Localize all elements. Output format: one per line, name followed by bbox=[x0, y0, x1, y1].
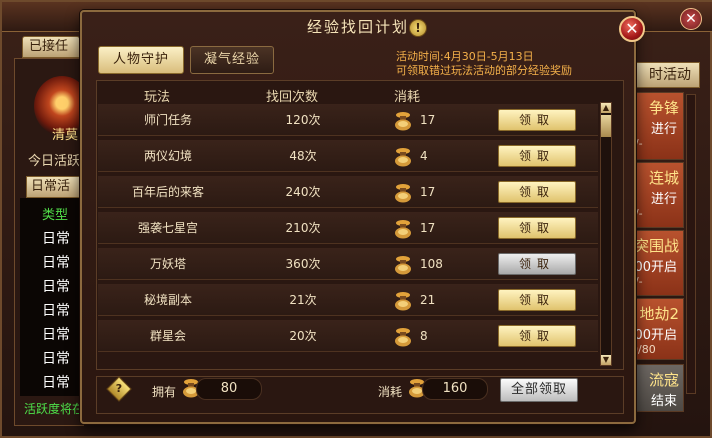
claim-button[interactable]: 领取 bbox=[498, 253, 576, 275]
accepted-tasks-tab[interactable]: 已接任 bbox=[22, 36, 80, 58]
recover-count: 20次 bbox=[289, 329, 317, 343]
list-item[interactable]: 日常 bbox=[42, 372, 70, 392]
list-item[interactable]: 日常 bbox=[42, 252, 70, 272]
table-row: 百年后的来客 240次 17 领取 bbox=[98, 176, 598, 208]
tab-condensed-exp[interactable]: 凝气经验 bbox=[190, 46, 274, 74]
own-label: 拥有 bbox=[152, 385, 177, 399]
pouch-icon bbox=[395, 328, 411, 347]
recover-count: 360次 bbox=[285, 257, 321, 271]
scroll-thumb[interactable] bbox=[601, 115, 611, 137]
table-row: 强袭七星宫 210次 17 领取 bbox=[98, 212, 598, 244]
pouch-icon bbox=[395, 184, 411, 203]
activity-name: 强袭七星宫 bbox=[137, 221, 198, 235]
exp-recovery-dialog: 经验找回计划 ! 人物守护 凝气经验 活动时间:4月30日-5月13日 可领取错… bbox=[80, 10, 645, 424]
pouch-icon bbox=[395, 148, 411, 167]
cost-value: 8 bbox=[420, 329, 428, 343]
activity-name: 群星会 bbox=[149, 329, 186, 343]
list-scrollbar[interactable]: ▲ ▼ bbox=[600, 102, 612, 366]
activity-name: 师门任务 bbox=[143, 113, 192, 127]
claim-button[interactable]: 领取 bbox=[498, 325, 576, 347]
pouch-icon bbox=[395, 220, 411, 239]
recover-count: 240次 bbox=[285, 185, 321, 199]
cost-value: 21 bbox=[420, 293, 436, 307]
table-row: 万妖塔 360次 108 领取 bbox=[98, 248, 598, 280]
list-item[interactable]: 日常 bbox=[42, 300, 70, 320]
claim-button[interactable]: 领取 bbox=[498, 289, 576, 311]
table-row: 群星会 20次 8 领取 bbox=[98, 320, 598, 352]
own-amount: 80 bbox=[196, 378, 262, 400]
claim-button[interactable]: 领取 bbox=[498, 145, 576, 167]
column-header-count: 找回次数 bbox=[266, 90, 319, 105]
cost-value: 17 bbox=[420, 185, 436, 199]
activity-footer-note: 活跃度将在 bbox=[24, 402, 82, 416]
cost-value: 17 bbox=[420, 221, 436, 235]
activity-name: 百年后的来客 bbox=[131, 185, 204, 199]
recover-count: 21次 bbox=[289, 293, 317, 307]
pouch-icon bbox=[395, 292, 411, 311]
total-cost: 160 bbox=[422, 378, 488, 400]
daily-activity-tab[interactable]: 日常活 bbox=[26, 176, 80, 198]
claim-all-button[interactable]: 全部领取 bbox=[500, 378, 578, 402]
table-row: 秘境副本 21次 21 领取 bbox=[98, 284, 598, 316]
activity-name: 万妖塔 bbox=[149, 257, 186, 271]
list-item[interactable]: 日常 bbox=[42, 324, 70, 344]
event-description: 可领取错过玩法活动的部分经验奖励 bbox=[396, 64, 572, 77]
pouch-icon bbox=[395, 256, 411, 275]
cost-value: 4 bbox=[420, 149, 428, 163]
type-column-header: 类型 bbox=[42, 208, 69, 223]
recover-count: 120次 bbox=[285, 113, 321, 127]
scroll-down-icon[interactable]: ▼ bbox=[601, 355, 611, 365]
tab-character-guardian[interactable]: 人物守护 bbox=[98, 46, 184, 74]
scroll-up-icon[interactable]: ▲ bbox=[601, 103, 611, 113]
background-close-button[interactable]: ✕ bbox=[680, 8, 702, 30]
cost-value: 108 bbox=[420, 257, 443, 271]
table-row: 师门任务 120次 17 领取 bbox=[98, 104, 598, 136]
activity-name: 秘境副本 bbox=[143, 293, 192, 307]
cost-label: 消耗 bbox=[378, 385, 403, 399]
list-item[interactable]: 日常 bbox=[42, 228, 70, 248]
dialog-title: 经验找回计划 bbox=[306, 18, 409, 36]
cost-value: 17 bbox=[420, 113, 436, 127]
activity-name: 两仪幻境 bbox=[143, 149, 192, 163]
pouch-icon bbox=[395, 112, 411, 131]
claim-button[interactable]: 领取 bbox=[498, 109, 576, 131]
table-row: 两仪幻境 48次 4 领取 bbox=[98, 140, 598, 172]
column-header-activity: 玩法 bbox=[144, 90, 171, 105]
today-activity-label: 今日活跃 bbox=[28, 154, 81, 169]
list-item[interactable]: 日常 bbox=[42, 348, 70, 368]
recover-count: 210次 bbox=[285, 221, 321, 235]
close-icon[interactable]: ✕ bbox=[619, 16, 645, 42]
emblem-label: 清莫 bbox=[52, 128, 79, 143]
recover-count: 48次 bbox=[289, 149, 317, 163]
claim-button[interactable]: 领取 bbox=[498, 217, 576, 239]
claim-button[interactable]: 领取 bbox=[498, 181, 576, 203]
right-panel-scrollbar[interactable] bbox=[686, 94, 696, 394]
column-header-cost: 消耗 bbox=[394, 90, 421, 105]
info-icon[interactable]: ! bbox=[409, 19, 427, 37]
list-item[interactable]: 日常 bbox=[42, 276, 70, 296]
